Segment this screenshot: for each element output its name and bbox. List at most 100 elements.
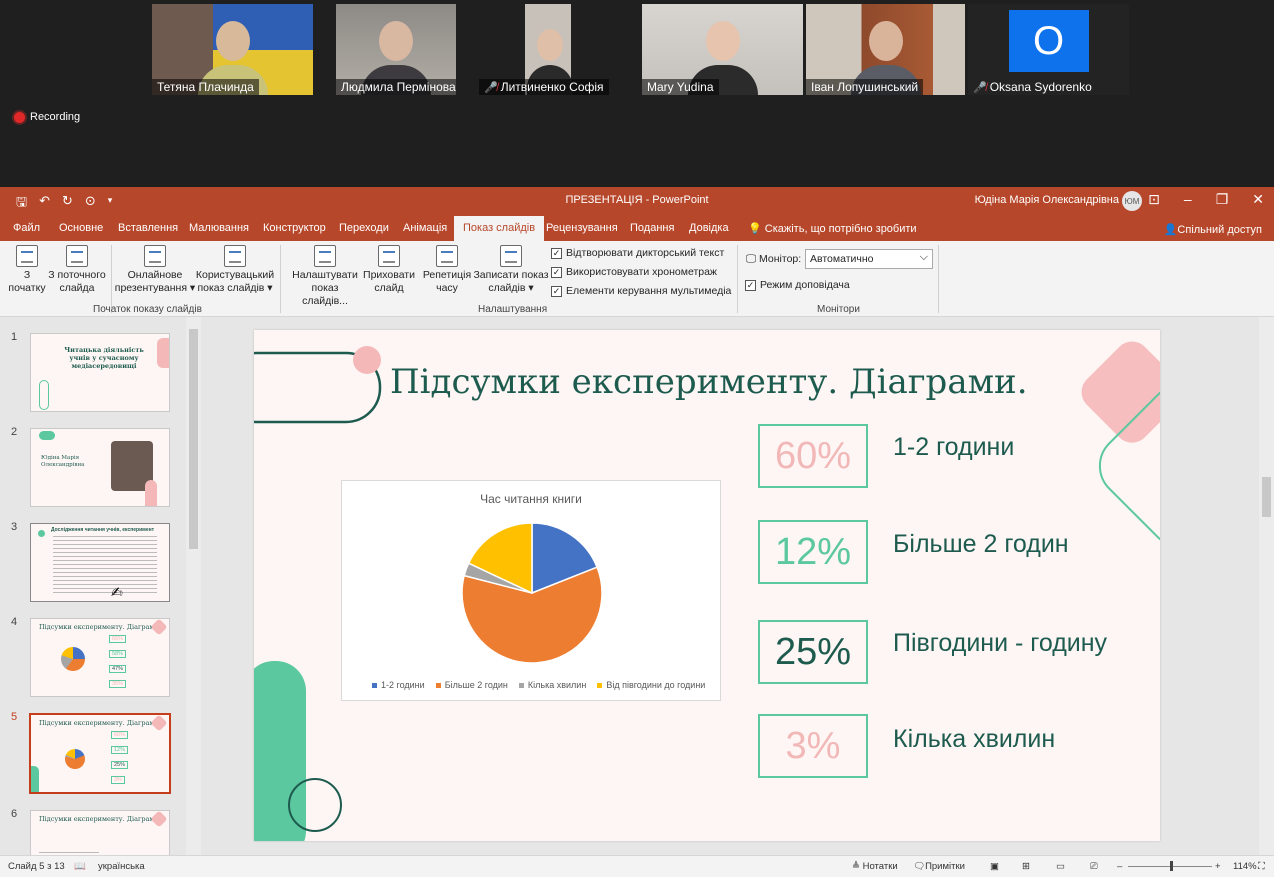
tab-help[interactable]: Довідка bbox=[689, 222, 729, 234]
record-show-button[interactable]: Записати показ слайдів ▾ bbox=[472, 245, 550, 295]
slide-sorter-icon[interactable]: ⊞ bbox=[1022, 861, 1030, 872]
custom-show-icon bbox=[224, 245, 246, 267]
mic-muted-icon: 🎤̸ bbox=[973, 81, 987, 94]
stat-label-1[interactable]: Більше 2 годин bbox=[893, 530, 1069, 559]
stat-label-2[interactable]: Півгодини - годину bbox=[893, 629, 1107, 658]
video-tile-1[interactable]: Людмила Пермінова bbox=[336, 4, 456, 95]
legend-item: Від півгодини до години bbox=[597, 680, 705, 690]
normal-view-icon[interactable]: ▣ bbox=[990, 861, 999, 872]
checkbox-checked-icon: ✓ bbox=[551, 247, 562, 259]
tab-design[interactable]: Конструктор bbox=[263, 222, 326, 234]
from-beginning-button[interactable]: Зпочатку bbox=[8, 245, 46, 295]
spellcheck-icon[interactable]: 📖 bbox=[74, 861, 86, 872]
pie-chart-box[interactable]: Час читання книги 1-2 години Більше 2 го… bbox=[341, 480, 721, 701]
participant-avatar: O bbox=[1008, 10, 1089, 72]
participant-name: Mary Yudina bbox=[642, 79, 719, 95]
ribbon-tabs: Файл Основне Вставлення Малювання Констр… bbox=[0, 214, 1274, 241]
fit-slide-icon[interactable]: ⛶ bbox=[1258, 861, 1265, 872]
legend-item: Більше 2 годин bbox=[435, 680, 508, 690]
slide-canvas[interactable]: Підсумки експерименту. Діаграми. Час чит… bbox=[254, 330, 1160, 841]
tab-draw[interactable]: Малювання bbox=[189, 222, 249, 234]
video-tile-3[interactable]: Mary Yudina bbox=[642, 4, 803, 95]
cursor-hand-icon: ✍ bbox=[111, 584, 123, 600]
checkbox-timings[interactable]: ✓ Використовувати хронометраж bbox=[551, 266, 717, 278]
tab-slideshow[interactable]: Показ слайдів bbox=[454, 216, 545, 241]
stat-box-1[interactable]: 12% bbox=[758, 520, 868, 584]
stat-box-2[interactable]: 25% bbox=[758, 620, 868, 684]
checkbox-checked-icon: ✓ bbox=[551, 285, 562, 297]
thumbnails-scrollbar[interactable] bbox=[186, 317, 201, 855]
video-tile-5[interactable]: O 🎤̸ Oksana Sydorenko bbox=[968, 4, 1129, 95]
tab-animations[interactable]: Анімація bbox=[403, 222, 447, 234]
ribbon-display-icon[interactable]: ⊡ bbox=[1148, 191, 1160, 208]
pie-chart bbox=[461, 522, 603, 664]
recording-indicator[interactable]: Recording bbox=[14, 111, 80, 123]
slideshow-current-icon bbox=[66, 245, 88, 267]
tab-view[interactable]: Подання bbox=[630, 222, 674, 234]
monitor-icon: 🖵 bbox=[746, 253, 757, 265]
monitor-label: 🖵 Монітор: bbox=[746, 253, 802, 265]
stopwatch-icon bbox=[436, 245, 458, 267]
tab-review[interactable]: Рецензування bbox=[546, 222, 618, 234]
language-indicator[interactable]: українська bbox=[98, 861, 145, 872]
online-present-button[interactable]: Онлайнове презентування ▾ bbox=[114, 245, 196, 295]
share-button[interactable]: 👤Спільний доступ bbox=[1164, 223, 1262, 236]
user-avatar[interactable]: ЮМ bbox=[1122, 191, 1142, 211]
zoom-slider-handle[interactable] bbox=[1170, 861, 1173, 871]
slide-scrollbar[interactable] bbox=[1259, 317, 1274, 855]
tab-file[interactable]: Файл bbox=[13, 222, 40, 234]
ribbon-slideshow: Зпочатку З поточного слайда Онлайнове през… bbox=[0, 241, 1274, 317]
video-tile-4[interactable]: Іван Лопушинський bbox=[806, 4, 965, 95]
slide-thumbnail-2[interactable]: Юдіна Марія Олександрівна bbox=[30, 428, 170, 507]
restore-icon[interactable]: ❐ bbox=[1216, 191, 1229, 208]
video-tile-0[interactable]: Тетяна Плачинда bbox=[152, 4, 313, 95]
stat-box-0[interactable]: 60% bbox=[758, 424, 868, 488]
slide-thumbnail-5[interactable]: Підсумки експерименту. Діаграми 60% 12% … bbox=[29, 713, 171, 794]
window-titlebar: 🖫 ↶ ↻ ⊙ ▾ ПРЕЗЕНТАЦІЯ - PowerPoint Юдіна… bbox=[0, 187, 1274, 214]
slide-title[interactable]: Підсумки експерименту. Діаграми. bbox=[390, 362, 1028, 402]
slide-thumbnail-6[interactable]: Підсумки експерименту. Діаграми bbox=[30, 810, 170, 855]
lightbulb-icon: 💡 bbox=[748, 223, 762, 235]
slide-thumbnail-4[interactable]: Підсумки експерименту. Діаграми 65% 58% … bbox=[30, 618, 170, 697]
monitor-select[interactable]: Автоматично bbox=[805, 249, 933, 269]
user-name[interactable]: Юдіна Марія Олександрівна bbox=[975, 194, 1119, 206]
comments-button[interactable]: 🗨Примітки bbox=[913, 861, 965, 872]
record-dot-icon bbox=[14, 111, 25, 123]
checkbox-media-controls[interactable]: ✓ Елементи керування мультимедіа bbox=[551, 285, 731, 297]
custom-show-button[interactable]: Користувацький показ слайдів ▾ bbox=[194, 245, 276, 295]
zoom-level[interactable]: 114% bbox=[1233, 861, 1257, 872]
window-controls: ⊡ – ❐ ✕ bbox=[1148, 191, 1264, 208]
globe-icon bbox=[144, 245, 166, 267]
stat-label-3[interactable]: Кілька хвилин bbox=[893, 725, 1055, 754]
rehearse-timings-button[interactable]: Репетиція часу bbox=[421, 245, 473, 295]
notes-button[interactable]: ≜ Нотатки bbox=[852, 861, 898, 872]
zoom-out-icon[interactable]: – bbox=[1117, 861, 1122, 872]
hide-slide-button[interactable]: Приховати слайд bbox=[362, 245, 416, 295]
close-icon[interactable]: ✕ bbox=[1252, 191, 1264, 208]
from-current-button[interactable]: З поточного слайда bbox=[46, 245, 108, 295]
stat-label-0[interactable]: 1-2 години bbox=[893, 433, 1014, 462]
checkbox-presenter-view[interactable]: ✓ Режим доповідача bbox=[745, 279, 850, 291]
minimize-icon[interactable]: – bbox=[1184, 191, 1192, 208]
legend-item: 1-2 години bbox=[372, 680, 425, 690]
tab-home[interactable]: Основне bbox=[59, 222, 103, 234]
slide-counter: Слайд 5 з 13 bbox=[8, 861, 65, 872]
video-tile-2[interactable]: 🎤̸ Литвиненко Софія bbox=[479, 4, 620, 95]
video-gallery: Тетяна Плачинда Людмила Пермінова 🎤̸ Литв… bbox=[0, 0, 1274, 187]
stat-box-3[interactable]: 3% bbox=[758, 714, 868, 778]
zoom-in-icon[interactable]: + bbox=[1215, 861, 1221, 872]
tab-insert[interactable]: Вставлення bbox=[118, 222, 178, 234]
reading-view-icon[interactable]: ▭ bbox=[1056, 861, 1065, 872]
group-label-monitors: Монітори bbox=[817, 304, 860, 315]
checkbox-narration[interactable]: ✓ Відтворювати дикторський текст bbox=[551, 247, 724, 259]
slide-thumbnail-1[interactable]: Читацька діяльність учнів у сучасному ме… bbox=[30, 333, 170, 412]
setup-show-button[interactable]: Налаштувати показ слайдів... bbox=[288, 245, 362, 308]
slideshow-view-icon[interactable]: ⎚ bbox=[1090, 861, 1098, 872]
setup-icon bbox=[314, 245, 336, 267]
participant-name: 🎤̸ Литвиненко Софія bbox=[479, 79, 609, 95]
participant-name: 🎤̸ Oksana Sydorenko bbox=[973, 80, 1092, 94]
slide-thumbnail-3[interactable]: Дослідження читання учнів, експеримент ✍ bbox=[30, 523, 170, 602]
checkbox-checked-icon: ✓ bbox=[745, 279, 756, 291]
tab-transitions[interactable]: Переходи bbox=[339, 222, 389, 234]
tell-me-search[interactable]: 💡 Скажіть, що потрібно зробити bbox=[748, 222, 917, 235]
